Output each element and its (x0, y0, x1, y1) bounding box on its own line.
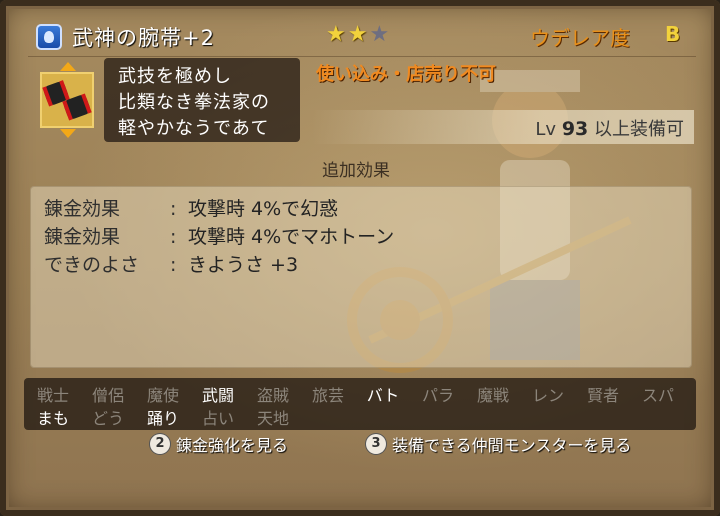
button-3-icon: 3 (366, 434, 386, 454)
restriction-text: 使い込み・店売り不可 (316, 64, 496, 85)
star-icon: ★ (326, 22, 348, 47)
rarity-label: ウデレア度 (530, 26, 630, 50)
job-label: 僧侶 (91, 386, 124, 405)
job-label: 賢者 (586, 386, 619, 405)
job-label: パラ (421, 386, 454, 405)
arrow-down-icon[interactable] (60, 129, 76, 138)
item-description: 武技を極めし 比類なき拳法家の 軽やかなうであて (104, 58, 300, 142)
description-line: 武技を極めし (118, 66, 232, 87)
effect-key: 錬金効果 (44, 198, 121, 220)
job-list: 戦士 僧侶 魔使 武闘 盗賊 旅芸 バト パラ 魔戦 レン 賢者 スパ まも ど… (24, 378, 696, 430)
level-value: 93 (561, 118, 589, 140)
monster-equip-view-button[interactable]: 3 装備できる仲間モンスターを見る (366, 432, 631, 456)
item-name: 武神の腕帯+2 (72, 26, 215, 50)
level-requirement: Lv 93 以上装備可 (312, 110, 694, 144)
job-label: 占い (201, 409, 234, 428)
effect-row: 錬金効果: 攻撃時 4%でマホトーン (44, 222, 394, 249)
description-line: 比類なき拳法家の (118, 92, 270, 113)
job-label: 戦士 (36, 386, 69, 405)
description-line: 軽やかなうであて (118, 118, 270, 139)
job-label: 盗賊 (256, 386, 289, 405)
effect-value: きようさ +3 (188, 254, 299, 276)
effect-value: 攻撃時 4%でマホトーン (188, 226, 395, 248)
job-label: 武闘 (201, 386, 234, 405)
effect-key: できのよさ (44, 254, 140, 276)
star-empty-icon: ★ (369, 22, 392, 47)
job-label: 天地 (256, 409, 289, 428)
job-label: 旅芸 (311, 386, 344, 405)
button-label: 錬金強化を見る (176, 436, 289, 455)
job-label: 魔使 (146, 386, 179, 405)
alchemy-view-button[interactable]: 2 錬金強化を見る (150, 432, 288, 456)
effect-value: 攻撃時 4%で幻惑 (188, 198, 339, 220)
job-label: どう (91, 409, 124, 428)
rarity-stars: ★★★ (326, 22, 391, 47)
item-icon-selector[interactable] (40, 62, 96, 138)
job-label: 魔戦 (476, 386, 509, 405)
job-label: バト (366, 386, 400, 405)
effect-key: 錬金効果 (44, 226, 121, 248)
button-2-icon: 2 (150, 434, 170, 454)
job-label: レン (531, 386, 564, 405)
item-header: 武神の腕帯+2 ★★★ ウデレア度 B (28, 18, 696, 57)
effect-row: 錬金効果: 攻撃時 4%で幻惑 (44, 194, 338, 221)
arrow-up-icon[interactable] (60, 62, 76, 71)
button-label: 装備できる仲間モンスターを見る (392, 436, 632, 455)
job-label: スパ (641, 386, 674, 405)
level-suffix: 以上装備可 (594, 119, 684, 140)
level-prefix: Lv (535, 119, 557, 140)
footer-actions: 2 錬金強化を見る 3 装備できる仲間モンスターを見る (0, 432, 720, 458)
effect-row: できのよさ: きようさ +3 (44, 250, 298, 277)
effects-title: 追加効果 (322, 161, 390, 181)
star-icon: ★ (347, 22, 370, 47)
job-label: 踊り (146, 409, 179, 428)
job-label: まも (36, 409, 69, 428)
item-detail-window: 武神の腕帯+2 ★★★ ウデレア度 B 武技を極めし 比類なき拳法家の 軽やかな… (0, 0, 720, 516)
wristband-item-icon (40, 72, 94, 128)
rarity-value: B (665, 22, 681, 46)
effects-panel: 錬金効果: 攻撃時 4%で幻惑 錬金効果: 攻撃時 4%でマホトーン できのよさ: き… (30, 186, 692, 368)
bag-icon (36, 24, 62, 50)
